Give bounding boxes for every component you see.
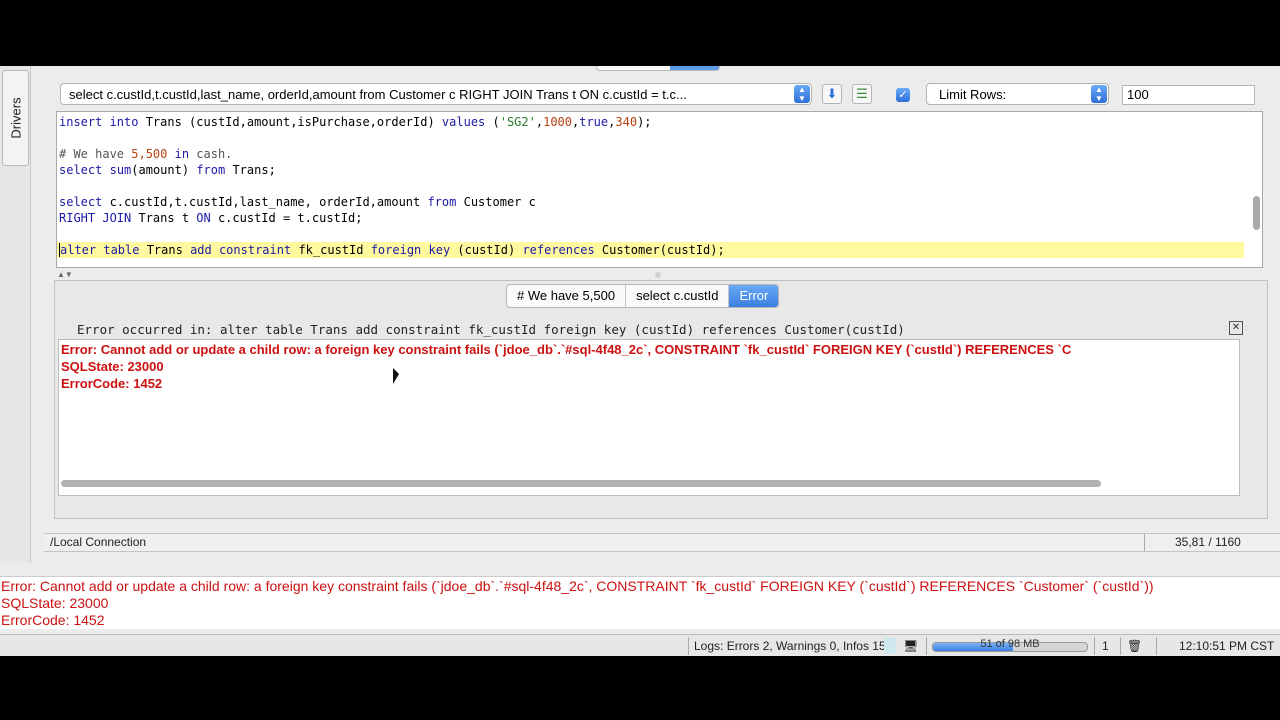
query-history-text: select c.custId,t.custId,last_name, orde…: [69, 87, 687, 102]
arrow-down-icon[interactable]: ⬇: [822, 84, 842, 104]
limit-rows-checkbox[interactable]: ✓: [896, 88, 910, 102]
top-tab-stub[interactable]: [596, 66, 720, 71]
limit-rows-label: Limit Rows:: [939, 87, 1007, 102]
divider: [926, 637, 927, 655]
split-arrows-icon[interactable]: ▲▼: [57, 270, 73, 279]
limit-stepper-icon: ▲ ▼: [1091, 85, 1107, 103]
limit-rows-select[interactable]: Limit Rows: ▲ ▼: [926, 83, 1109, 105]
query-history-select[interactable]: select c.custId,t.custId,last_name, orde…: [60, 83, 812, 105]
code-line: select c.custId,t.custId,last_name, orde…: [59, 195, 536, 209]
results-panel: # We have 5,500 select c.custId Error Er…: [54, 280, 1268, 519]
cursor-position: 35,81 / 1160: [1175, 535, 1241, 549]
sql-editor[interactable]: insert into Trans (custId,amount,isPurch…: [56, 111, 1263, 268]
count-indicator: 1: [1102, 639, 1109, 653]
error-header: Error occurred in: alter table Trans add…: [77, 322, 905, 337]
result-tabs: # We have 5,500 select c.custId Error: [506, 284, 780, 308]
code-line-current: alter table Trans add constraint fk_cust…: [57, 242, 1244, 258]
log-indicator-icon: [884, 638, 896, 654]
mouse-cursor-icon: [393, 368, 399, 384]
log-sqlstate: SQLState: 23000: [1, 595, 109, 611]
drivers-tab-label: Drivers: [8, 97, 23, 139]
error-message: Error: Cannot add or update a child row:…: [61, 342, 1072, 357]
editor-scrollbar[interactable]: [1253, 196, 1260, 230]
error-sqlstate: SQLState: 23000: [61, 359, 164, 374]
tab-result-2[interactable]: select c.custId: [626, 285, 730, 307]
logs-summary[interactable]: Logs: Errors 2, Warnings 0, Infos 15: [694, 638, 886, 654]
app-window: Drivers select c.custId,t.custId,last_na…: [0, 66, 1280, 656]
divider: [1094, 637, 1095, 655]
split-handle[interactable]: [655, 272, 661, 278]
divider: [688, 637, 689, 655]
code-line: RIGHT JOIN Trans t ON c.custId = t.custI…: [59, 211, 363, 225]
log-error-code: ErrorCode: 1452: [1, 612, 105, 628]
error-code: ErrorCode: 1452: [61, 376, 163, 391]
connection-name: /Local Connection: [50, 535, 147, 549]
divider: [1120, 637, 1121, 655]
drivers-sidebar: Drivers: [0, 66, 31, 563]
select-stepper-icon: ▲ ▼: [794, 85, 810, 103]
divider: [1144, 534, 1145, 551]
drivers-tab[interactable]: Drivers: [2, 70, 29, 166]
sql-worksheet: select c.custId,t.custId,last_name, orde…: [44, 66, 1280, 521]
bottom-status-bar: Logs: Errors 2, Warnings 0, Infos 15 🖥 5…: [0, 634, 1280, 656]
limit-rows-input[interactable]: 100: [1122, 85, 1255, 105]
close-icon[interactable]: ✕: [1229, 321, 1243, 335]
code-line: select sum(amount) from Trans;: [59, 163, 276, 177]
tab-error[interactable]: Error: [729, 285, 779, 307]
code-line: insert into Trans (custId,amount,isPurch…: [59, 115, 652, 129]
error-output: Error: Cannot add or update a child row:…: [58, 339, 1240, 496]
log-output: Error: Cannot add or update a child row:…: [0, 576, 1280, 629]
error-hscrollbar[interactable]: [61, 480, 1101, 487]
divider: [1156, 637, 1157, 655]
list-icon[interactable]: ☰: [852, 84, 872, 104]
code-line: # We have 5,500 in cash.: [59, 147, 233, 161]
monitor-icon[interactable]: 🖥: [903, 638, 918, 654]
connection-status-bar: /Local Connection 35,81 / 1160: [44, 533, 1280, 552]
clock: 12:10:51 PM CST: [1179, 639, 1275, 653]
trash-icon[interactable]: 🗑: [1127, 638, 1142, 654]
tab-result-1[interactable]: # We have 5,500: [507, 285, 627, 307]
log-error-message: Error: Cannot add or update a child row:…: [1, 578, 1154, 594]
memory-text: 51 of 98 MB: [980, 638, 1040, 650]
